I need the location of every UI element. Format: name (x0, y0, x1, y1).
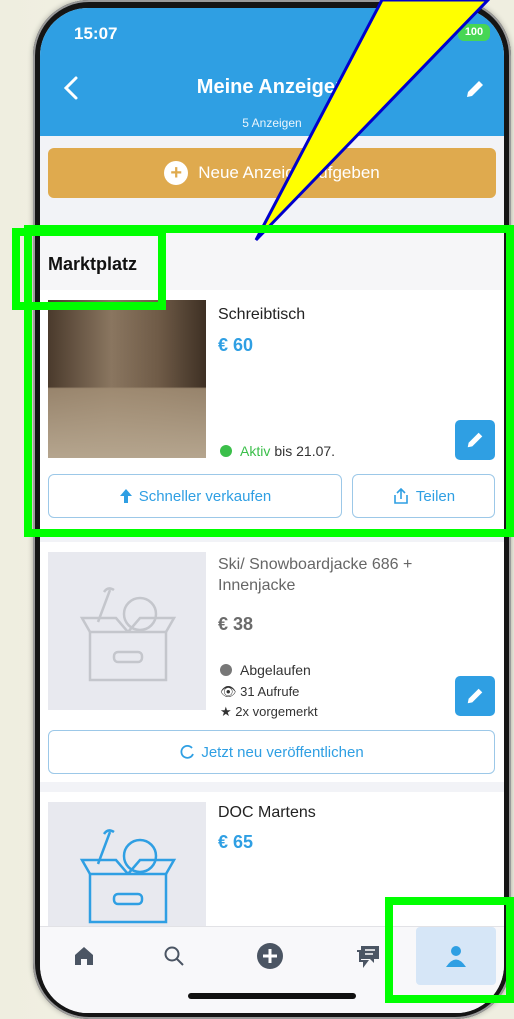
listing-status: Abgelaufen (220, 662, 311, 678)
box-placeholder-icon (79, 587, 177, 682)
add-icon (257, 943, 283, 969)
home-icon (75, 947, 93, 965)
plus-circle-icon: + (164, 161, 189, 185)
home-indicator (188, 993, 356, 999)
listing-price: € 65 (218, 832, 254, 852)
listing-title: Ski/ Snowboardjacke 686 + Innenjacke (218, 556, 413, 594)
eye-icon: 👁 (220, 684, 237, 699)
views-count: 31 Aufrufe (240, 684, 300, 699)
republish-button[interactable]: Jetzt neu veröffentlichen (48, 730, 495, 774)
bookmarks-count: 2x vorgemerkt (235, 704, 318, 719)
listing-stats: 👁 31 Aufrufe ★ 2x vorgemerkt (220, 682, 318, 722)
highlight-box-profile-tab (385, 897, 514, 1003)
status-label: Abgelaufen (240, 662, 311, 678)
highlight-box-section-title (12, 228, 166, 310)
refresh-icon (180, 744, 195, 759)
listing-price: € 38 (218, 614, 254, 634)
status-time: 15:07 (74, 24, 118, 43)
tab-search[interactable] (134, 927, 214, 985)
listing-card[interactable]: Ski/ Snowboardjacke 686 + Innenjacke € 3… (40, 542, 504, 782)
status-dot-icon (220, 664, 232, 676)
ad-count: 5 Anzeigen (242, 116, 302, 130)
battery-indicator: 100 (458, 24, 490, 41)
pencil-icon[interactable] (464, 78, 486, 100)
new-ad-button[interactable]: + Neue Anzeige aufgeben (48, 148, 496, 198)
page-title: Meine Anzeigen (196, 76, 348, 98)
star-icon: ★ (220, 704, 232, 719)
pencil-icon (467, 688, 483, 704)
messages-icon (357, 946, 379, 968)
search-icon (164, 946, 184, 966)
listing-placeholder-image[interactable] (48, 552, 206, 710)
app-header: 15:07 100 Meine Anzeigen 5 Anzeigen (40, 8, 504, 136)
edit-listing-button[interactable] (455, 676, 495, 716)
tab-home[interactable] (44, 927, 124, 985)
wifi-icon (428, 25, 450, 39)
box-placeholder-icon (79, 829, 177, 924)
republish-label: Jetzt neu veröffentlichen (201, 743, 364, 761)
listing-title: DOC Martens (218, 804, 316, 821)
tab-add[interactable] (230, 927, 310, 985)
new-ad-label: Neue Anzeige aufgeben (198, 163, 380, 182)
listing-placeholder-image[interactable] (48, 802, 206, 926)
